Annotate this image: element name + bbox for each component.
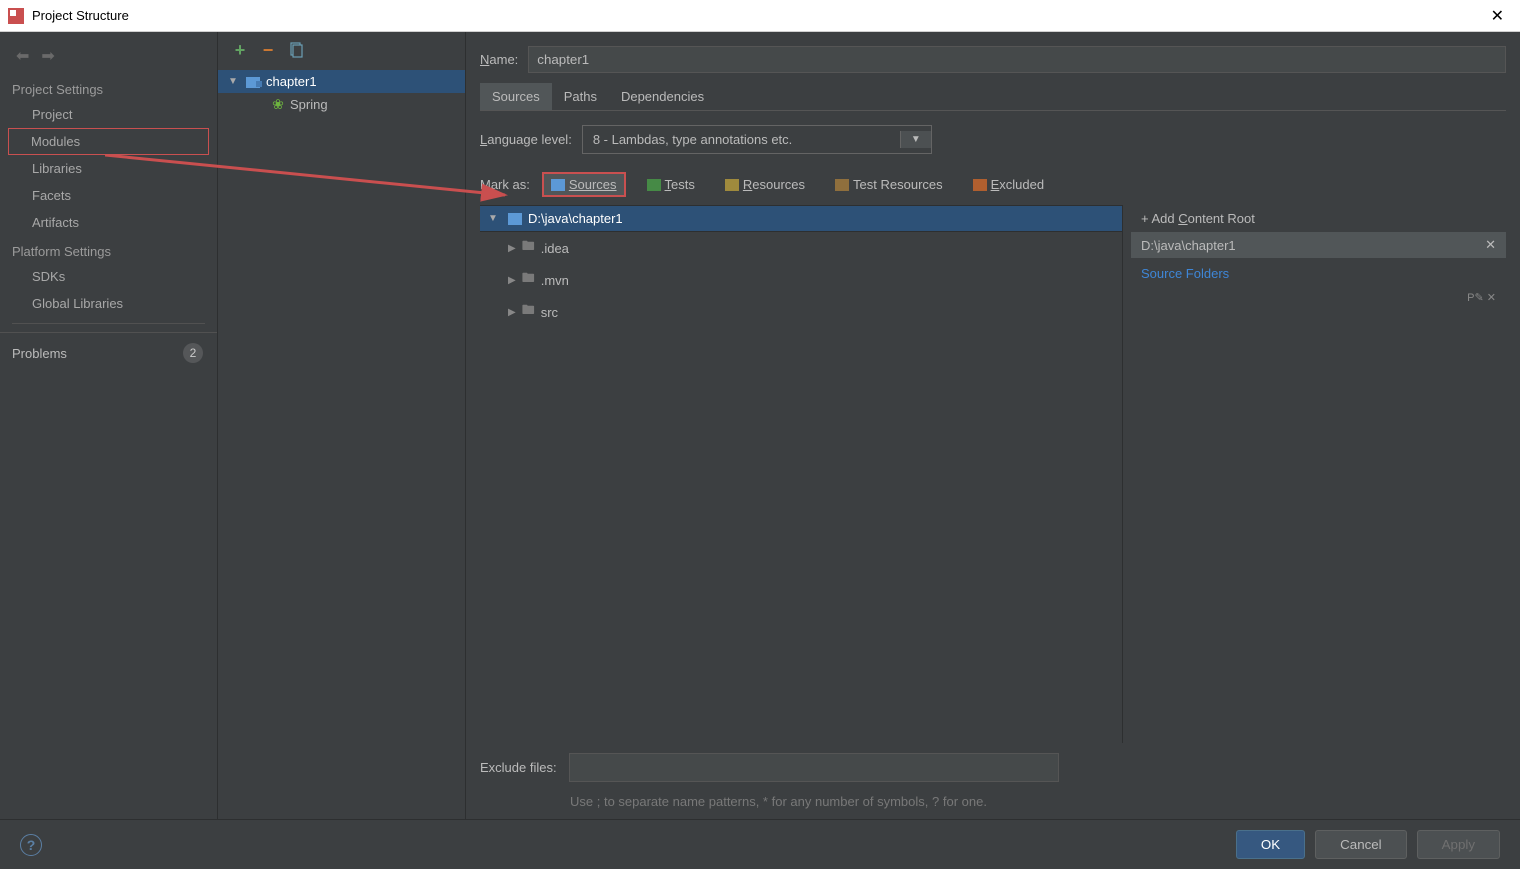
cancel-button[interactable]: Cancel [1315,830,1407,859]
directory-tree-item[interactable]: ▶ 🖿 .mvn [480,264,1122,296]
dialog-footer: ? OK Cancel Apply [0,819,1520,869]
language-level-label: Language level: [480,132,572,147]
sidebar-item-problems[interactable]: Problems 2 [0,332,217,371]
close-icon[interactable]: ✕ [1483,6,1512,26]
sidebar-item-global-libraries[interactable]: Global Libraries [0,290,217,317]
add-icon[interactable]: + [232,42,248,58]
collapse-arrow-icon[interactable]: ▶ [508,243,516,254]
collapse-arrow-icon[interactable]: ▶ [508,307,516,318]
module-name-input[interactable] [528,46,1506,73]
tab-paths[interactable]: Paths [552,83,609,110]
exclude-files-input[interactable] [569,753,1059,782]
excluded-folder-icon [973,179,987,191]
directory-root-path: D:\java\chapter1 [528,211,623,226]
content-panel: Name: Sources Paths Dependencies Languag… [466,32,1520,819]
ok-button[interactable]: OK [1236,830,1305,859]
module-tree-root[interactable]: ▼ chapter1 [218,70,465,93]
mark-as-sources[interactable]: Sources [542,172,626,197]
app-icon [8,8,24,24]
mark-as-tests[interactable]: Tests [638,172,704,197]
sidebar-item-facets[interactable]: Facets [0,182,217,209]
directory-tree-item[interactable]: ▶ 🖿 src [480,296,1122,328]
sidebar-item-artifacts[interactable]: Artifacts [0,209,217,236]
test-resources-folder-icon [835,179,849,191]
remove-content-root-icon[interactable]: ✕ [1485,237,1496,253]
project-settings-heading: Project Settings [0,74,217,101]
module-tabs: Sources Paths Dependencies [480,83,1506,111]
sources-folder-icon [551,179,565,191]
sidebar-item-project[interactable]: Project [0,101,217,128]
exclude-files-label: Exclude files: [480,760,557,775]
sidebar: ⬅ ➡ Project Settings Project Modules Lib… [0,32,218,819]
nav-forward-icon[interactable]: ➡ [41,46,54,66]
folder-icon: 🖿 [522,269,535,291]
module-icon [246,75,262,89]
root-detail-actions[interactable]: P✎ ✕ [1131,289,1506,306]
titlebar: Project Structure ✕ [0,0,1520,32]
spring-icon: ❀ [270,98,286,112]
nav-back-icon[interactable]: ⬅ [16,46,29,66]
apply-button[interactable]: Apply [1417,830,1500,859]
sidebar-item-modules[interactable]: Modules [8,128,209,155]
exclude-files-hint: Use ; to separate name patterns, * for a… [480,788,1065,819]
language-level-value: 8 - Lambdas, type annotations etc. [593,132,792,147]
mark-as-label: Mark as: [480,177,530,192]
help-icon[interactable]: ? [20,834,42,856]
remove-icon[interactable]: − [260,42,276,58]
source-folders-heading: Source Folders [1131,258,1506,289]
collapse-arrow-icon[interactable]: ▶ [508,275,516,286]
language-level-select[interactable]: 8 - Lambdas, type annotations etc. ▼ [582,125,932,154]
problems-label: Problems [12,346,67,361]
sidebar-separator [12,323,205,324]
content-root-path[interactable]: D:\java\chapter1 ✕ [1131,232,1506,258]
window-title: Project Structure [32,8,1483,23]
folder-icon: 🖿 [522,301,535,323]
add-content-root-button[interactable]: + Add Content Root [1131,205,1506,232]
copy-icon[interactable] [288,42,304,58]
name-label: Name: [480,52,518,67]
folder-icon: 🖿 [522,237,535,259]
mark-as-resources[interactable]: Resources [716,172,814,197]
module-tree-panel: + − ▼ chapter1 ❀ Spring [218,32,466,819]
directory-tree: ▼ D:\java\chapter1 ▶ 🖿 .idea ▶ 🖿 .mvn ▶ … [480,205,1122,743]
module-tree-child[interactable]: ❀ Spring [218,93,465,116]
expand-arrow-icon[interactable]: ▼ [228,76,242,87]
platform-settings-heading: Platform Settings [0,236,217,263]
dropdown-arrow-icon: ▼ [900,131,931,148]
expand-arrow-icon[interactable]: ▼ [488,213,502,224]
facet-name: Spring [290,97,328,112]
sidebar-item-libraries[interactable]: Libraries [0,155,217,182]
directory-tree-item[interactable]: ▶ 🖿 .idea [480,232,1122,264]
tab-dependencies[interactable]: Dependencies [609,83,716,110]
mark-as-test-resources[interactable]: Test Resources [826,172,952,197]
content-roots-panel: + Add Content Root D:\java\chapter1 ✕ So… [1122,205,1506,743]
tests-folder-icon [647,179,661,191]
module-name: chapter1 [266,74,317,89]
tab-sources[interactable]: Sources [480,83,552,110]
resources-folder-icon [725,179,739,191]
problems-count-badge: 2 [183,343,203,363]
mark-as-excluded[interactable]: Excluded [964,172,1053,197]
directory-tree-root[interactable]: ▼ D:\java\chapter1 [480,206,1122,232]
sidebar-item-sdks[interactable]: SDKs [0,263,217,290]
folder-icon [508,213,522,225]
